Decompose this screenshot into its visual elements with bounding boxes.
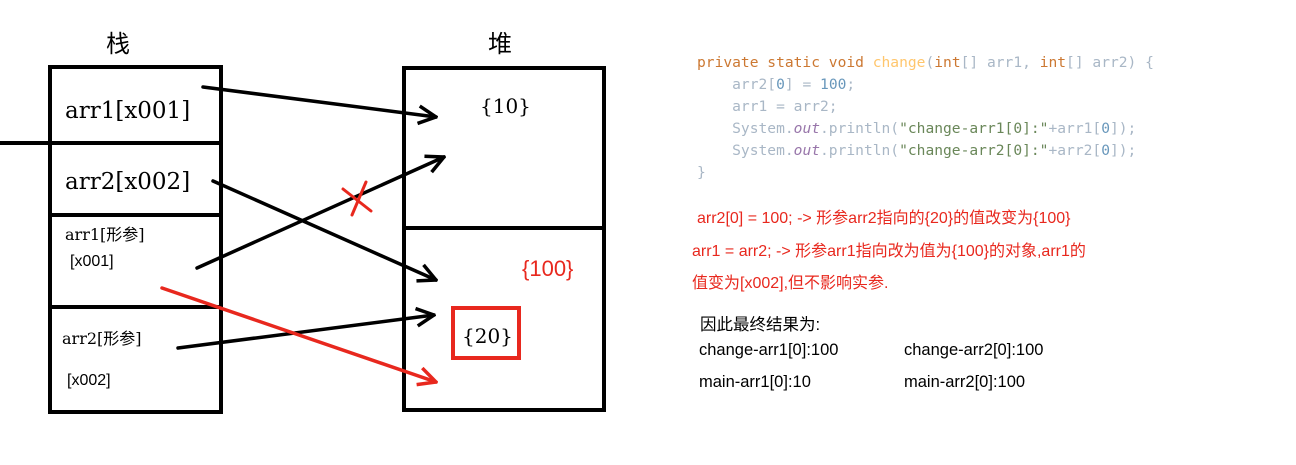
code-token: [] arr1, [960,54,1040,71]
code-token: .println( [820,120,900,137]
code-token: arr2[ [697,76,777,93]
code-line: System.out.println("change-arr1[0]:"+arr… [697,118,1154,140]
stack-cell-arr1: arr1[x001] [65,98,190,124]
code-token: arr1 = arr2; [697,98,838,115]
note-line-1: arr2[0] = 100; -> 形参arr2指向的{20}的值改变为{100… [697,210,1071,227]
code-token: out [793,142,821,159]
code-token: ( [925,54,935,71]
code-line: System.out.println("change-arr2[0]:"+arr… [697,140,1154,162]
result-title: 因此最终结果为: [700,316,821,334]
code-token: 100 [820,76,847,93]
code-token: private static void [697,54,873,71]
note-line-3: 值变为[x002],但不影响实参. [692,275,889,292]
code-token: .println( [820,142,900,159]
arrow-arr1-to-10 [201,85,436,117]
heap-title: 堆 [488,30,512,58]
code-line: private static void change(int[] arr1, i… [697,52,1154,74]
code-token: "change-arr2[0]:" [899,142,1049,159]
code-token: System. [697,142,794,159]
code-token: int [1039,54,1067,71]
code-snippet: private static void change(int[] arr1, i… [697,52,1154,184]
stack-cell-param-arr2-addr: [x002] [67,372,111,389]
code-token: 0 [776,76,785,93]
code-token: "change-arr1[0]:" [899,120,1049,137]
cross-mark-icon [341,180,373,217]
result-main-arr2: main-arr2[0]:100 [904,373,1026,391]
note-line-2: arr1 = arr2; -> 形参arr1指向改为值为{100}的对象,arr… [692,243,1086,260]
code-token: +arr1[ [1048,120,1102,137]
code-token: } [697,164,706,181]
code-line: } [697,162,1154,184]
code-token: +arr2[ [1048,142,1102,159]
arrow-param-arr2-to-20 [176,315,434,350]
code-token: 0 [1101,142,1110,159]
heap-object-10: {10} [480,94,531,118]
code-line: arr2[0] = 100; [697,74,1154,96]
result-change-arr2: change-arr2[0]:100 [904,341,1044,359]
code-token: ]); [1109,142,1137,159]
stack-cell-param-arr2-name: arr2[形参] [62,329,142,348]
code-token: out [793,120,821,137]
memory-diagram: 栈 堆 arr1[x001] arr2[x002] arr1[形参] [x001… [0,30,606,414]
code-token: ]); [1109,120,1137,137]
code-token: [] arr2) { [1066,54,1154,71]
stack-cell-param-arr1-addr: [x001] [70,253,114,270]
code-line: arr1 = arr2; [697,96,1154,118]
code-token: int [934,54,961,71]
arrow-param-arr1-to-heap [195,157,444,270]
stack-cell-arr2: arr2[x002] [65,169,190,195]
code-token: System. [697,120,794,137]
result-change-arr1: change-arr1[0]:100 [699,341,839,359]
heap-object-100: {100} [522,256,573,281]
heap-object-20: {20} [462,324,513,348]
stack-title: 栈 [106,30,130,58]
code-token: ] = [784,76,821,93]
stack-cell-param-arr1-name: arr1[形参] [65,225,145,244]
code-token: change [872,54,926,71]
code-token: 0 [1101,120,1110,137]
result-main-arr1: main-arr1[0]:10 [699,373,811,391]
code-token: ; [846,76,856,93]
arrow-param-arr1-new-to-100 [160,286,436,382]
